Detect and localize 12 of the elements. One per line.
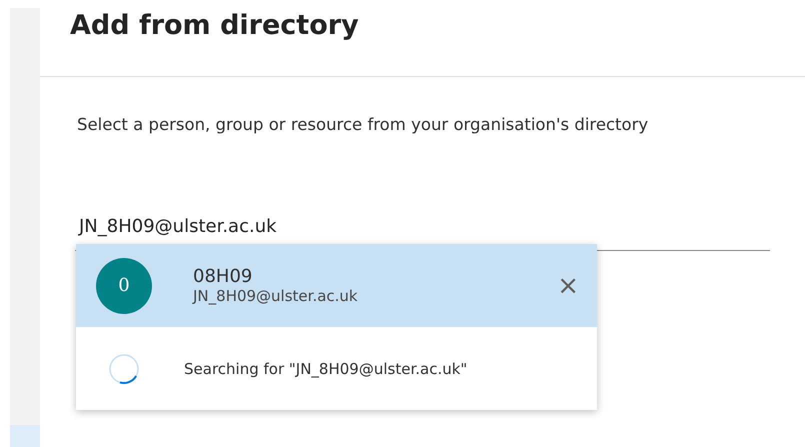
remove-button[interactable]: × xyxy=(553,270,583,300)
suggestion-item[interactable]: 0 08H09 JN_8H09@ulster.ac.uk × xyxy=(76,244,597,327)
person-email: JN_8H09@ulster.ac.uk xyxy=(193,287,359,305)
avatar-icon: 0 xyxy=(96,258,152,314)
person-name: 08H09 xyxy=(193,266,254,287)
loading-spinner-icon xyxy=(108,352,140,384)
sidebar-highlight xyxy=(10,425,40,447)
dialog-description: Select a person, group or resource from your organisation's directory xyxy=(77,115,650,134)
suggestion-item[interactable]: Searching for "JN_8H09@ulster.ac.uk" xyxy=(76,327,597,410)
searching-status: Searching for "JN_8H09@ulster.ac.uk" xyxy=(184,360,468,378)
dialog-title: Add from directory xyxy=(70,9,360,43)
search-field[interactable]: JN_8H09@ulster.ac.uk xyxy=(75,212,281,242)
